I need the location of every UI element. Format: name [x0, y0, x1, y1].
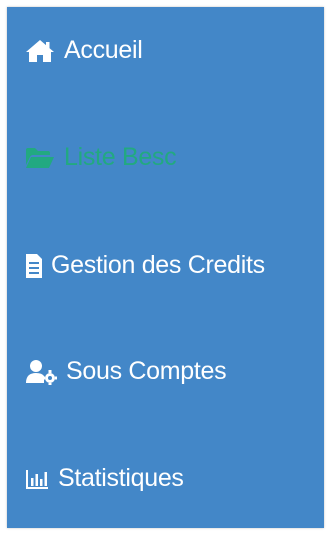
folder-open-icon [25, 147, 55, 169]
sidebar-item-label: Gestion des Credits [51, 251, 265, 279]
sidebar-item-sous-comptes[interactable]: Sous Comptes [25, 357, 227, 386]
sidebar-item-accueil[interactable]: Accueil [25, 36, 143, 65]
home-icon [25, 39, 55, 63]
sidebar-item-liste-besc[interactable]: Liste Besc [25, 143, 177, 172]
file-document-icon [25, 253, 43, 279]
sidebar-item-gestion-des-credits[interactable]: Gestion des Credits [25, 251, 265, 280]
sidebar-item-statistiques[interactable]: Statistiques [25, 464, 184, 493]
user-gear-icon [25, 359, 57, 385]
sidebar: Accueil Liste Besc Gestion des Credits S… [7, 7, 324, 528]
sidebar-item-label: Liste Besc [64, 143, 177, 171]
sidebar-item-label: Accueil [64, 36, 143, 64]
sidebar-item-label: Statistiques [58, 464, 184, 492]
sidebar-item-label: Sous Comptes [66, 357, 227, 385]
bar-chart-icon [25, 468, 49, 490]
